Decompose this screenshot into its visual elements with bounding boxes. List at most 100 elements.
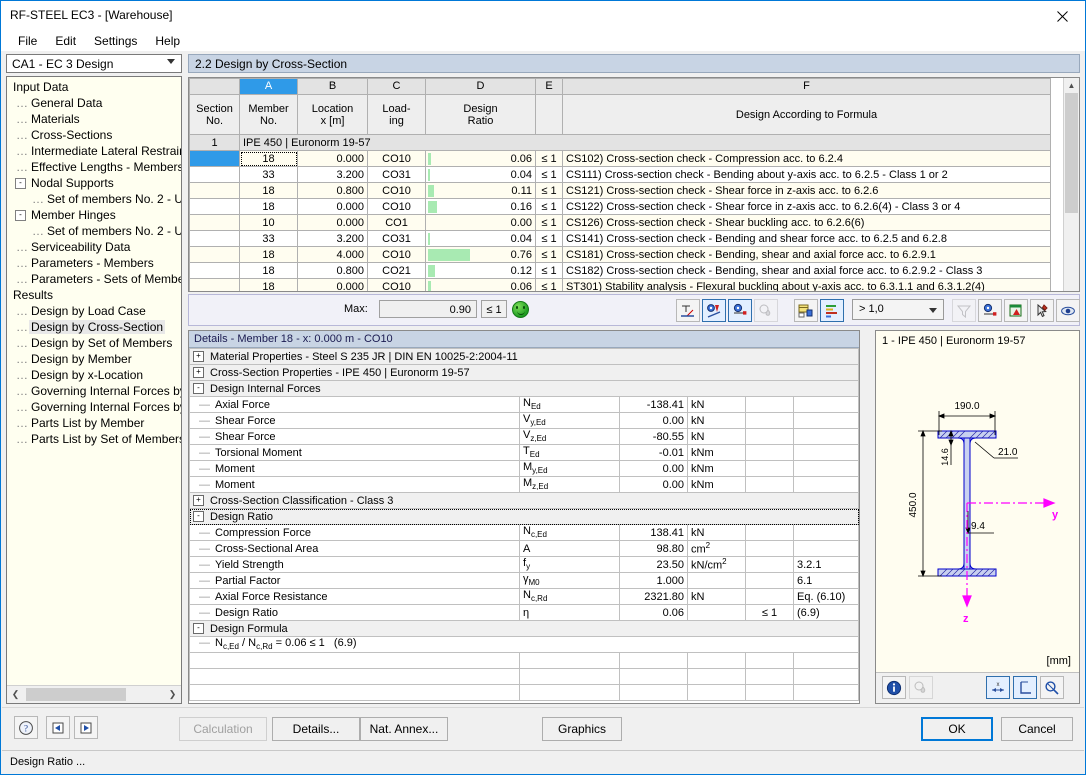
table-row[interactable]: 10 0.000 CO1 0.00 ≤ 1 CS126) Cross-section ch… — [189, 214, 1051, 231]
col-letter-f[interactable]: F — [562, 78, 1051, 95]
member-no-cell[interactable]: 18 — [239, 198, 298, 215]
design-ratio-cell[interactable]: 0.11 — [425, 182, 536, 199]
cancel-button[interactable]: Cancel — [1001, 717, 1073, 741]
menu-item-settings[interactable]: Settings — [85, 32, 146, 50]
sidebar-item-parts-list-by-set-of-members[interactable]: … Parts List by Set of Members — [9, 431, 181, 447]
design-ratio-cell[interactable]: 0.06 — [425, 278, 536, 291]
sidebar-item-materials[interactable]: … Materials — [9, 111, 181, 127]
design-ratio-cell[interactable]: 0.76 — [425, 246, 536, 263]
design-ratio-cell[interactable]: 0.04 — [425, 166, 536, 183]
location-cell[interactable]: 3.200 — [297, 166, 368, 183]
excel-export-icon[interactable] — [1004, 299, 1028, 322]
location-cell[interactable]: 0.000 — [297, 214, 368, 231]
row-header-cell[interactable] — [189, 214, 240, 231]
loading-cell[interactable]: CO10 — [367, 182, 426, 199]
result-table-icon[interactable] — [794, 299, 818, 322]
col-letter-e[interactable]: E — [535, 78, 563, 95]
details-panel[interactable]: Details - Member 18 - x: 0.000 m - CO10 … — [188, 330, 860, 704]
details-row[interactable]: — Design Ratio η 0.06 ≤ 1 (6.9) — [189, 604, 859, 621]
menu-item-file[interactable]: File — [9, 32, 46, 50]
col-letter-b[interactable]: B — [297, 78, 368, 95]
sidebar-item-design-by-cross-section[interactable]: … Design by Cross-Section — [9, 319, 181, 335]
row-header-cell[interactable] — [189, 278, 240, 291]
visibility-icon[interactable] — [978, 299, 1002, 322]
comparison-cell[interactable]: ≤ 1 — [535, 262, 563, 279]
member-no-cell[interactable]: 33 — [239, 230, 298, 247]
table-row[interactable]: 18 0.000 CO10 0.16 ≤ 1 CS122) Cross-section c… — [189, 198, 1051, 215]
sidebar-item-parameters-members[interactable]: … Parameters - Members — [9, 255, 181, 271]
design-case-combo[interactable]: CA1 - EC 3 Design — [6, 54, 182, 73]
filter-threshold-combo[interactable]: > 1,0 — [852, 299, 944, 320]
sidebar-item-member-hinges[interactable]: - Member Hinges — [9, 207, 181, 223]
tree-expander-icon[interactable]: + — [193, 495, 204, 507]
table-row[interactable]: 18 4.000 CO10 0.76 ≤ 1 CS181) Cross-section c… — [189, 246, 1051, 263]
menu-item-help[interactable]: Help — [146, 32, 189, 50]
tree-expander-icon[interactable]: + — [193, 351, 204, 363]
table-row[interactable]: 18 0.000 CO10 0.06 ≤ 1 CS102) Cross-section c… — [189, 150, 1051, 167]
location-cell[interactable]: 0.000 — [297, 150, 368, 167]
sidebar-item-governing-internal-forces-by-s[interactable]: … Governing Internal Forces by S — [9, 399, 181, 415]
next-panel-icon[interactable] — [74, 716, 98, 739]
member-no-cell[interactable]: 18 — [239, 182, 298, 199]
details-row[interactable]: — Partial Factor γM0 1.000 6.1 — [189, 572, 859, 589]
sidebar-item-cross-sections[interactable]: … Cross-Sections — [9, 127, 181, 143]
design-ratio-cell[interactable]: 0.04 — [425, 230, 536, 247]
sidebar-item-parts-list-by-member[interactable]: … Parts List by Member — [9, 415, 181, 431]
details-row[interactable]: — Moment My,Ed 0.00 kNm — [189, 460, 859, 477]
row-header-cell[interactable] — [189, 230, 240, 247]
cross-section-view[interactable]: 1 - IPE 450 | Euronorm 19-57 190.0 450.0… — [875, 330, 1080, 704]
loading-cell[interactable]: CO1 — [367, 214, 426, 231]
col-letter-blank[interactable] — [189, 78, 240, 95]
design-ratio-cell[interactable]: 0.12 — [425, 262, 536, 279]
member-no-cell[interactable]: 10 — [239, 214, 298, 231]
tree-hscrollbar[interactable]: ❮ ❯ — [7, 685, 181, 703]
result-diagram-icon[interactable] — [676, 299, 700, 322]
details-group-cell[interactable]: - Design Formula — [189, 620, 859, 637]
member-no-cell[interactable]: 18 — [239, 246, 298, 263]
formula-cell[interactable]: CS111) Cross-section check - Bending abo… — [562, 166, 1051, 183]
sidebar-item-intermediate-lateral-restraints[interactable]: … Intermediate Lateral Restraints — [9, 143, 181, 159]
member-no-cell[interactable]: 33 — [239, 166, 298, 183]
col-letter-a[interactable]: A — [239, 78, 298, 95]
location-cell[interactable]: 4.000 — [297, 246, 368, 263]
loading-cell[interactable]: CO10 — [367, 150, 426, 167]
dimension-x-icon[interactable]: x — [986, 676, 1010, 699]
table-row[interactable]: 18 0.800 CO21 0.12 ≤ 1 CS182) Cross-section c… — [189, 262, 1051, 279]
details-group-cell[interactable]: + Cross-Section Classification - Class 3 — [189, 492, 859, 509]
formula-cell[interactable]: CS182) Cross-section check - Bending, sh… — [562, 262, 1051, 279]
help-icon[interactable]: ? — [14, 716, 38, 739]
ok-button[interactable]: OK — [921, 717, 993, 741]
sidebar-item-design-by-x-location[interactable]: … Design by x-Location — [9, 367, 181, 383]
comparison-cell[interactable]: ≤ 1 — [535, 230, 563, 247]
sidebar-item-set-of-members-no-2-upp[interactable]: …Set of members No. 2 - Upp — [9, 223, 181, 239]
sidebar-item-general-data[interactable]: … General Data — [9, 95, 181, 111]
location-cell[interactable]: 0.800 — [297, 262, 368, 279]
formula-cell[interactable]: ST301) Stability analysis - Flexural buc… — [562, 278, 1051, 291]
row-header-cell[interactable] — [189, 262, 240, 279]
close-icon[interactable] — [1040, 1, 1085, 31]
tree-expander-icon[interactable]: - — [193, 383, 204, 395]
sidebar-item-results[interactable]: Results — [9, 287, 181, 303]
sidebar-item-input-data[interactable]: Input Data — [9, 79, 181, 95]
scroll-up-icon[interactable]: ▲ — [1064, 78, 1079, 93]
location-cell[interactable]: 3.200 — [297, 230, 368, 247]
details-row[interactable]: — Axial Force NEd -138.41 kN — [189, 396, 859, 413]
row-header-cell[interactable] — [189, 246, 240, 263]
render-view-icon[interactable] — [702, 299, 726, 322]
chevron-right-icon[interactable]: ❯ — [164, 686, 181, 703]
location-cell[interactable]: 0.000 — [297, 198, 368, 215]
tree-expander-icon[interactable]: - — [15, 178, 26, 190]
location-cell[interactable]: 0.800 — [297, 182, 368, 199]
filter-funnel-icon[interactable] — [952, 299, 976, 322]
location-cell[interactable]: 0.000 — [297, 278, 368, 291]
formula-cell[interactable]: CS141) Cross-section check - Bending and… — [562, 230, 1051, 247]
loading-cell[interactable]: CO21 — [367, 262, 426, 279]
details-row[interactable]: — Compression Force Nc,Ed 138.41 kN — [189, 524, 859, 541]
sidebar-item-parameters-sets-of-members[interactable]: … Parameters - Sets of Members — [9, 271, 181, 287]
comparison-cell[interactable]: ≤ 1 — [535, 214, 563, 231]
design-ratio-cell[interactable]: 0.00 — [425, 214, 536, 231]
tree-expander-icon[interactable]: + — [193, 367, 204, 379]
loading-cell[interactable]: CO31 — [367, 166, 426, 183]
details-group-row[interactable]: - Design Internal Forces — [189, 380, 859, 397]
details-group-cell[interactable]: + Material Properties - Steel S 235 JR | … — [189, 348, 859, 365]
